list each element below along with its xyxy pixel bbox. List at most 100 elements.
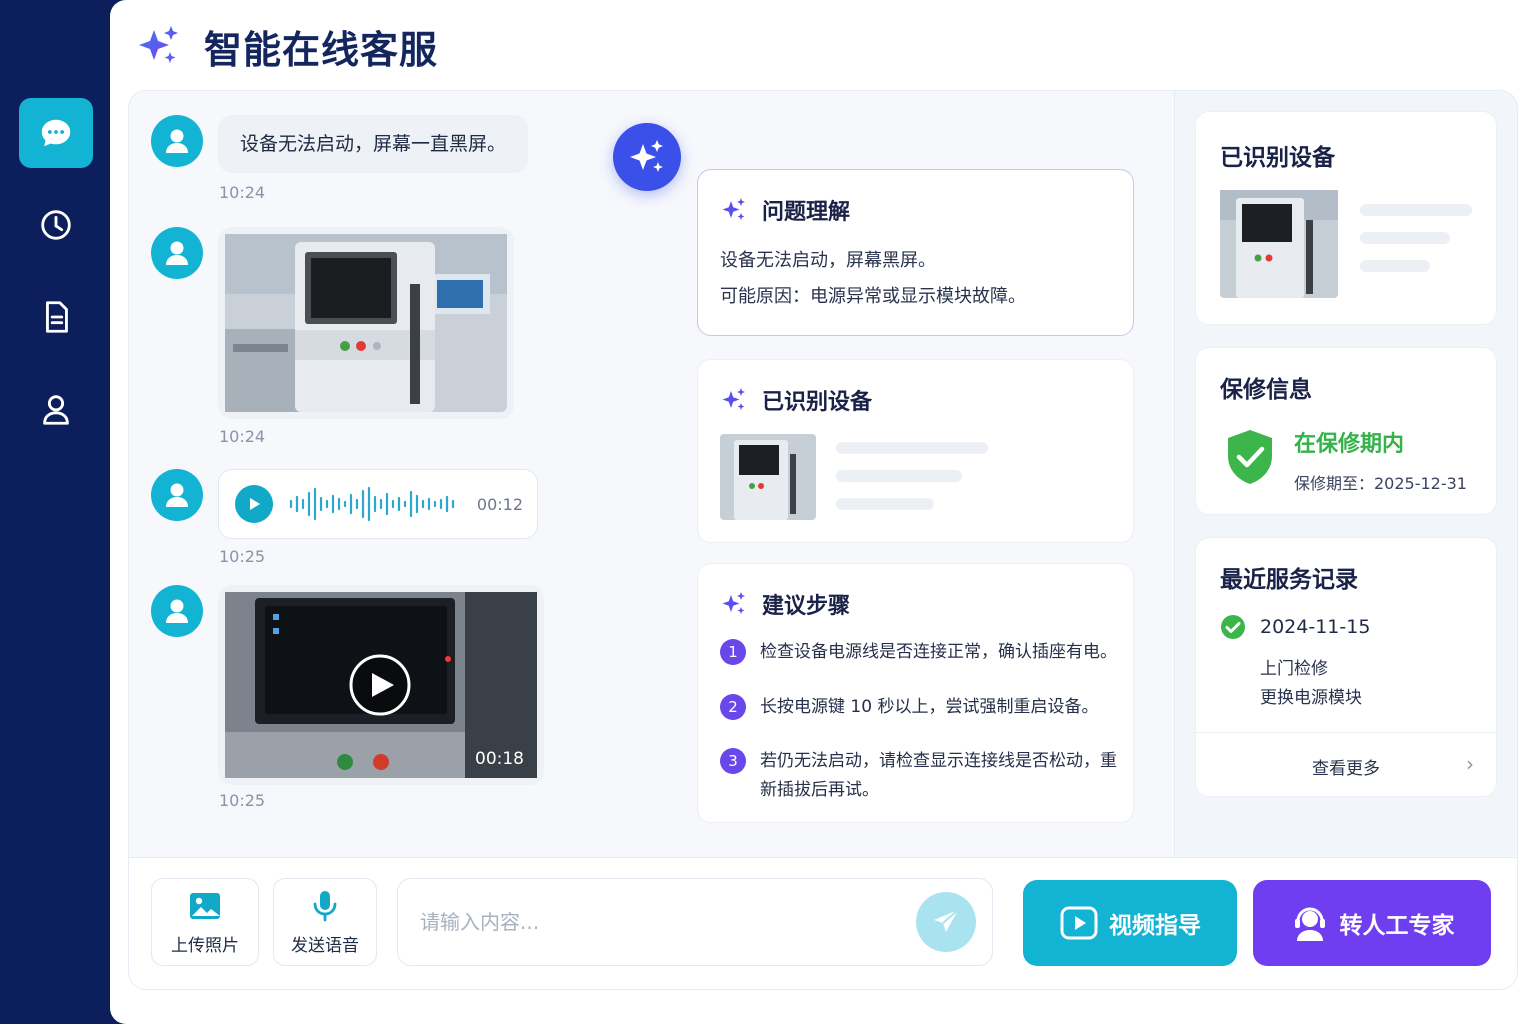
card-header: 问题理解 (720, 194, 850, 226)
warranty-expiry: 保修期至：2025-12-31 (1294, 474, 1467, 493)
chat-message: 00:18 10:25 (151, 585, 571, 815)
image-message[interactable] (218, 227, 514, 419)
message-time: 10:25 (219, 547, 266, 566)
divider (1196, 732, 1496, 733)
problem-cause: 可能原因：电源异常或显示模块故障。 (720, 286, 1026, 307)
waveform-icon (289, 487, 455, 521)
record-type: 上门检修 (1260, 659, 1328, 679)
placeholder-line (836, 442, 988, 454)
sidebar (0, 0, 110, 1024)
info-panel: 已识别设备 保修信息 在保修期内 保修期至：2025-12-31 最近服务记录 … (1174, 91, 1517, 856)
sparkle-logo-icon (139, 26, 178, 63)
step-item: 1 检查设备电源线是否连接正常，确认插座有电。 (720, 638, 1130, 667)
page-title: 智能在线客服 (204, 27, 439, 72)
user-avatar (151, 585, 203, 637)
message-time: 10:24 (219, 183, 266, 202)
microphone-icon (313, 890, 337, 921)
placeholder-line (1360, 260, 1430, 272)
user-avatar (151, 115, 203, 167)
record-date: 2024-11-15 (1260, 616, 1371, 638)
send-voice-button[interactable]: 发送语音 (273, 878, 377, 966)
step-item: 3 若仍无法启动，请检查显示连接线是否松动，重新插拔后再试。 (720, 747, 1130, 805)
step-number: 1 (720, 639, 746, 665)
warranty-status: 在保修期内 (1294, 432, 1405, 457)
placeholder-line (1360, 232, 1450, 244)
header: 智能在线客服 (134, 18, 438, 74)
clock-icon (41, 210, 71, 240)
card-header: 已识别设备 (720, 384, 872, 416)
voice-duration: 00:12 (476, 494, 523, 514)
check-circle-icon (1221, 615, 1245, 639)
user-icon (166, 129, 188, 153)
chat-message: 10:24 (151, 227, 571, 453)
image-icon (190, 892, 220, 919)
device-photo (225, 234, 507, 412)
message-input-box (397, 878, 993, 966)
message-input[interactable] (420, 879, 900, 965)
document-icon (46, 301, 68, 333)
step-item: 2 长按电源键 10 秒以上，尝试强制重启设备。 (720, 693, 1130, 722)
input-bar: 上传照片 发送语音 请输入内容... 视频指导 转人工专家 (129, 857, 1517, 989)
card-header: 建议步骤 (720, 588, 850, 620)
user-avatar (151, 469, 203, 521)
service-records-card: 最近服务记录 2024-11-15 上门检修 更换电源模块 查看更多 › (1195, 537, 1497, 797)
play-icon[interactable] (235, 485, 273, 523)
shield-check-icon (1228, 430, 1272, 484)
card-title: 保修信息 (1220, 377, 1312, 403)
step-text: 若仍无法启动，请检查显示连接线是否松动，重新插拔后再试。 (760, 751, 1117, 800)
placeholder-line (836, 470, 962, 482)
warranty-card: 保修信息 在保修期内 保修期至：2025-12-31 (1195, 347, 1497, 515)
send-button[interactable] (916, 892, 976, 952)
identified-device-card: 已识别设备 (1195, 111, 1497, 325)
main-area: 智能在线客服 设备无法启动，屏幕一直黑屏。 10:24 10:24 00:12 … (110, 0, 1536, 1024)
video-guide-button[interactable]: 视频指导 (1023, 880, 1237, 966)
upload-photo-button[interactable]: 上传照片 (151, 878, 259, 966)
nav-chat[interactable] (19, 98, 93, 168)
nav-history[interactable] (19, 190, 93, 260)
ai-assistant-avatar (613, 123, 681, 191)
voice-message[interactable]: 00:12 (218, 469, 538, 539)
user-icon (166, 483, 188, 507)
user-icon (166, 599, 188, 623)
record-detail: 更换电源模块 (1260, 688, 1362, 708)
placeholder-line (1360, 204, 1472, 216)
user-avatar (151, 227, 203, 279)
nav-documents[interactable] (19, 282, 93, 352)
chat-message: 设备无法启动，屏幕一直黑屏。 10:24 (151, 115, 571, 225)
sparkle-icon (722, 388, 745, 410)
card-title: 最近服务记录 (1220, 567, 1358, 593)
sparkle-icon (630, 140, 663, 172)
problem-card: 问题理解 设备无法启动，屏幕黑屏。 可能原因：电源异常或显示模块故障。 (697, 169, 1134, 336)
send-voice-label: 发送语音 (291, 935, 359, 956)
sparkle-icon (722, 198, 745, 220)
view-more-link[interactable]: 查看更多 (1196, 754, 1496, 779)
device-thumbnail (720, 434, 816, 520)
steps-card: 建议步骤 1 检查设备电源线是否连接正常，确认插座有电。 2 长按电源键 10 … (697, 563, 1134, 823)
sparkle-icon (722, 592, 745, 614)
placeholder-line (836, 498, 934, 510)
video-message[interactable]: 00:18 (218, 585, 544, 785)
card-title: 已识别设备 (762, 390, 873, 415)
device-card: 已识别设备 (697, 359, 1134, 543)
card-title: 建议步骤 (762, 594, 851, 619)
headset-agent-icon (1294, 907, 1325, 941)
card-title: 问题理解 (762, 200, 851, 225)
step-text: 检查设备电源线是否连接正常，确认插座有电。 (760, 642, 1117, 662)
step-text: 长按电源键 10 秒以上，尝试强制重启设备。 (760, 697, 1099, 717)
video-guide-label: 视频指导 (1109, 913, 1201, 939)
video-play-icon (1060, 906, 1098, 940)
content-panel: 设备无法启动，屏幕一直黑屏。 10:24 10:24 00:12 10:25 0… (128, 90, 1518, 990)
message-time: 10:24 (219, 427, 266, 446)
device-thumbnail (1220, 190, 1338, 298)
chat-message: 00:12 10:25 (151, 469, 571, 579)
user-icon (166, 241, 188, 265)
chevron-right-icon[interactable]: › (1466, 752, 1474, 776)
transfer-expert-button[interactable]: 转人工专家 (1253, 880, 1491, 966)
nav-profile[interactable] (19, 374, 93, 444)
text-bubble: 设备无法启动，屏幕一直黑屏。 (218, 115, 529, 173)
upload-photo-label: 上传照片 (171, 935, 239, 956)
problem-summary: 设备无法启动，屏幕黑屏。 (720, 250, 936, 271)
chat-bubble-icon (41, 119, 71, 147)
step-number: 2 (720, 694, 746, 720)
step-number: 3 (720, 748, 746, 774)
